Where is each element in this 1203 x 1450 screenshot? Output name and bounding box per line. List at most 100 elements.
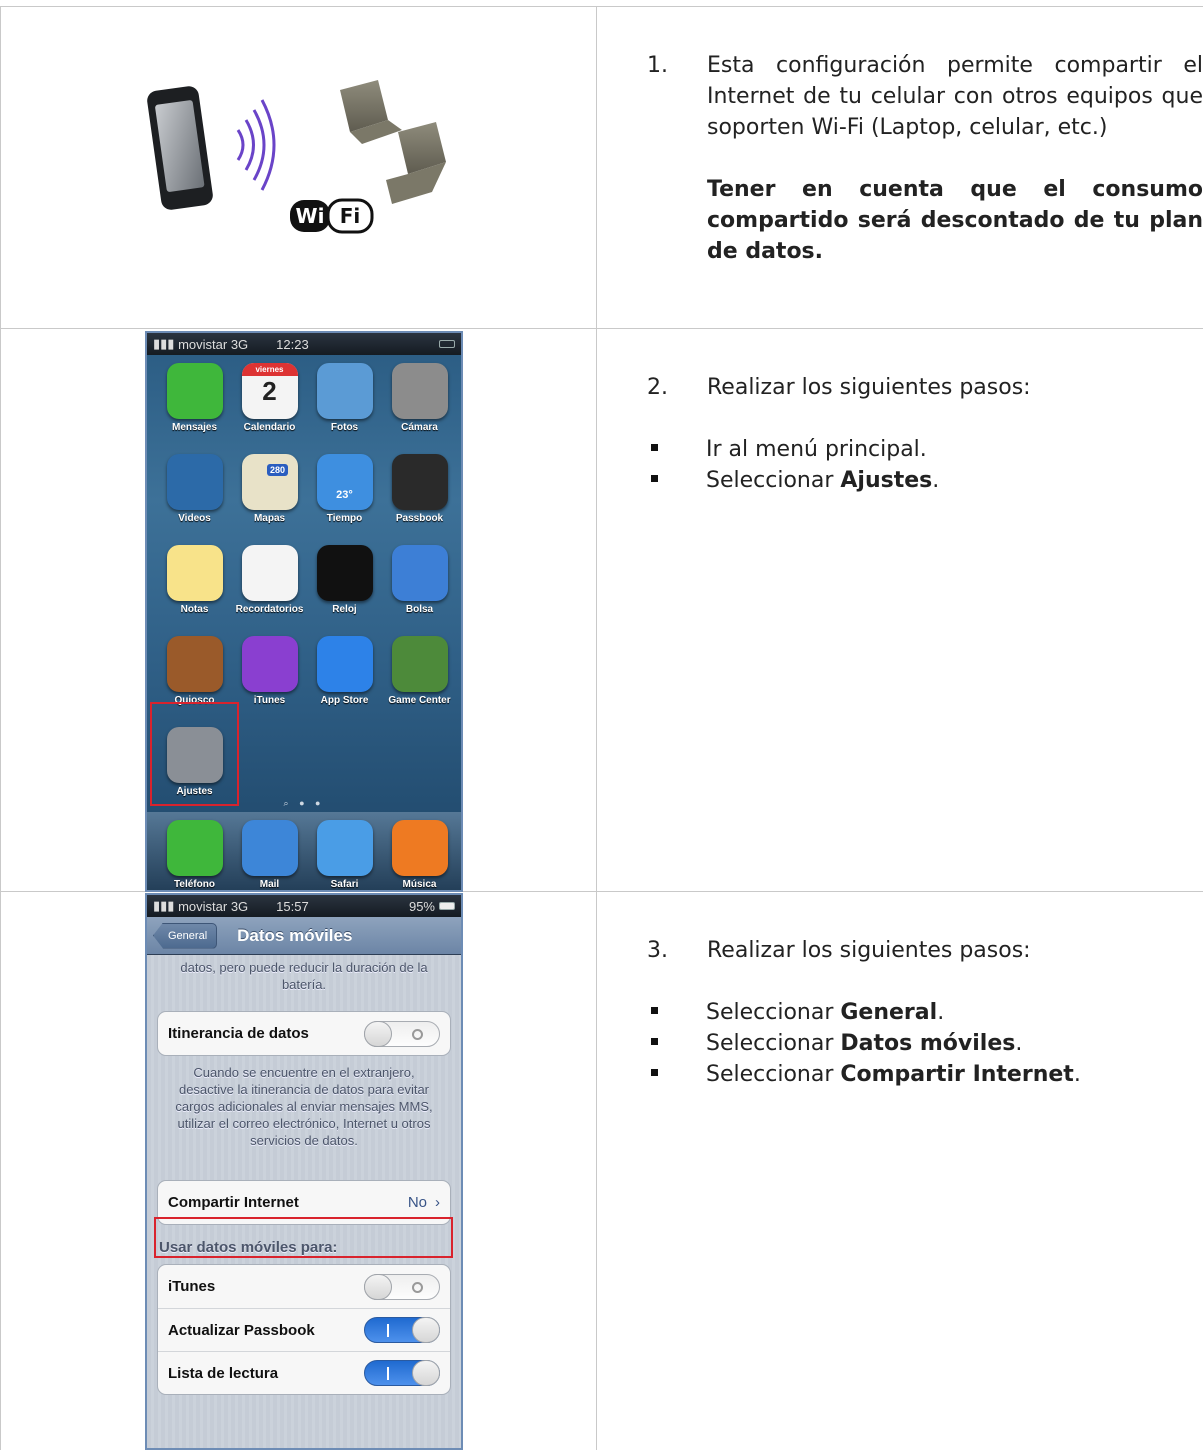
mail-icon [241, 820, 298, 876]
chevron-right-icon: › [435, 1194, 440, 1211]
app-label: Música [402, 879, 437, 890]
step-number: 1. [647, 53, 668, 78]
roaming-label: Itinerancia de datos [168, 1025, 309, 1042]
app-label: iTunes [253, 695, 286, 706]
clock-icon [316, 545, 373, 601]
laptop-icon [340, 80, 402, 144]
status-bar: ▮▮▮ movistar 3G 12:23 [147, 333, 461, 355]
notes-icon [166, 545, 223, 601]
app-game-center[interactable]: Game Center [382, 636, 457, 706]
usage-toggle[interactable] [364, 1273, 440, 1300]
app-fotos[interactable]: Fotos [307, 363, 382, 433]
wifi-signal-icon [236, 99, 276, 191]
network-type: 3G [230, 336, 249, 352]
page-indicator: ⌕ ● ● [283, 798, 325, 808]
camera-icon [391, 363, 448, 419]
app-videos[interactable]: Videos [157, 454, 232, 524]
photos-icon [316, 363, 373, 419]
status-time: 12:23 [276, 336, 309, 352]
app-safari[interactable]: Safari [307, 820, 382, 890]
step-number: 3. [647, 938, 668, 963]
app-cámara[interactable]: Cámara [382, 363, 457, 433]
app-label: Fotos [330, 422, 359, 433]
app-label: Safari [330, 879, 359, 890]
app-label: Notas [180, 604, 209, 615]
maps-shield: 280 [266, 464, 289, 476]
roaming-toggle[interactable] [364, 1020, 440, 1047]
weather-icon: 23° [316, 454, 373, 510]
app-mapas[interactable]: 280 Mapas [232, 454, 307, 524]
app-mail[interactable]: Mail [232, 820, 307, 890]
bullet-marker [651, 1007, 658, 1014]
bullet-marker [651, 444, 658, 451]
app-label: App Store [320, 695, 369, 706]
app-label: Bolsa [405, 604, 434, 615]
app-app-store[interactable]: App Store [307, 636, 382, 706]
step-intro: Realizar los siguientes pasos: [707, 375, 1031, 400]
app-passbook[interactable]: Passbook [382, 454, 457, 524]
step-2: 2. Realizar los siguientes pasos: Ir al … [647, 372, 1187, 496]
app-recordatorios[interactable]: Recordatorios [232, 545, 307, 615]
app-quiosco[interactable]: Quiosco [157, 636, 232, 706]
app-store-icon [316, 636, 373, 692]
usage-toggle[interactable] [364, 1317, 440, 1343]
app-calendario[interactable]: viernes 2 Calendario [232, 363, 307, 433]
usage-row-label: iTunes [168, 1278, 216, 1295]
usage-row[interactable]: Actualizar Passbook [158, 1308, 450, 1351]
battery-icon [439, 340, 455, 348]
passbook-icon [391, 454, 448, 510]
navigation-bar: General Datos móviles [147, 917, 461, 955]
itunes-icon [241, 636, 298, 692]
step-3: 3. Realizar los siguientes pasos: Selecc… [647, 935, 1187, 1090]
app-label: Mapas [253, 513, 286, 524]
usage-row[interactable]: Lista de lectura [158, 1351, 450, 1394]
app-label: Game Center [388, 695, 451, 706]
messages-icon [166, 363, 223, 419]
step-text: Esta configuración permite compartir el … [707, 53, 1203, 140]
iphone-home-screen: ▮▮▮ movistar 3G 12:23 Mensajes viernes 2 Ca… [145, 331, 463, 892]
app-música[interactable]: Música [382, 820, 457, 890]
battery-level: 95% [408, 898, 435, 914]
battery-icon [439, 902, 455, 910]
bullet-item: Ir al menú principal. [647, 434, 1187, 465]
app-bolsa[interactable]: Bolsa [382, 545, 457, 615]
app-mensajes[interactable]: Mensajes [157, 363, 232, 433]
tethering-value: No [407, 1194, 427, 1211]
weather-temp: 23° [336, 489, 353, 501]
carrier-name: movistar [178, 898, 228, 914]
table-divider-row1 [0, 328, 1203, 329]
table-divider-vertical [596, 6, 597, 1450]
app-label: Videos [178, 513, 211, 524]
bullet-marker [651, 475, 658, 482]
table-border-top [0, 6, 1203, 7]
roaming-row[interactable]: Itinerancia de datos [158, 1012, 450, 1055]
app-notas[interactable]: Notas [157, 545, 232, 615]
back-button-general[interactable]: General [153, 922, 218, 949]
app-label: Recordatorios [235, 604, 304, 615]
usage-row-label: Actualizar Passbook [168, 1321, 315, 1339]
step-1: 1. Esta configuración permite compartir … [647, 50, 1203, 267]
music-icon [391, 820, 448, 876]
app-itunes[interactable]: iTunes [232, 636, 307, 706]
network-type: 3G [230, 898, 249, 914]
usage-row[interactable]: iTunes [158, 1265, 450, 1308]
app-label: Mensajes [171, 422, 218, 433]
status-time: 15:57 [276, 898, 309, 914]
bullet-marker [651, 1038, 658, 1045]
signal-icon: ▮▮▮ [153, 898, 179, 913]
app-reloj[interactable]: Reloj [307, 545, 382, 615]
app-label: Passbook [395, 513, 444, 524]
mobile-phone-icon [147, 86, 213, 210]
newsstand-icon [166, 636, 223, 692]
calendar-date: 2 [262, 376, 277, 406]
wifi-sharing-illustration: Wi Fi [147, 80, 446, 234]
iphone-cellular-settings-screen: ▮▮▮ movistar 3G 15:57 95% General Datos … [145, 893, 463, 1450]
app-label: Calendario [243, 422, 296, 433]
app-label: Tiempo [326, 513, 363, 524]
app-tiempo[interactable]: 23° Tiempo [307, 454, 382, 524]
svg-text:Fi: Fi [340, 204, 361, 228]
usage-toggle[interactable] [364, 1360, 440, 1386]
app-teléfono[interactable]: Teléfono [157, 820, 232, 890]
safari-icon [316, 820, 373, 876]
table-border-left [0, 6, 1, 1450]
